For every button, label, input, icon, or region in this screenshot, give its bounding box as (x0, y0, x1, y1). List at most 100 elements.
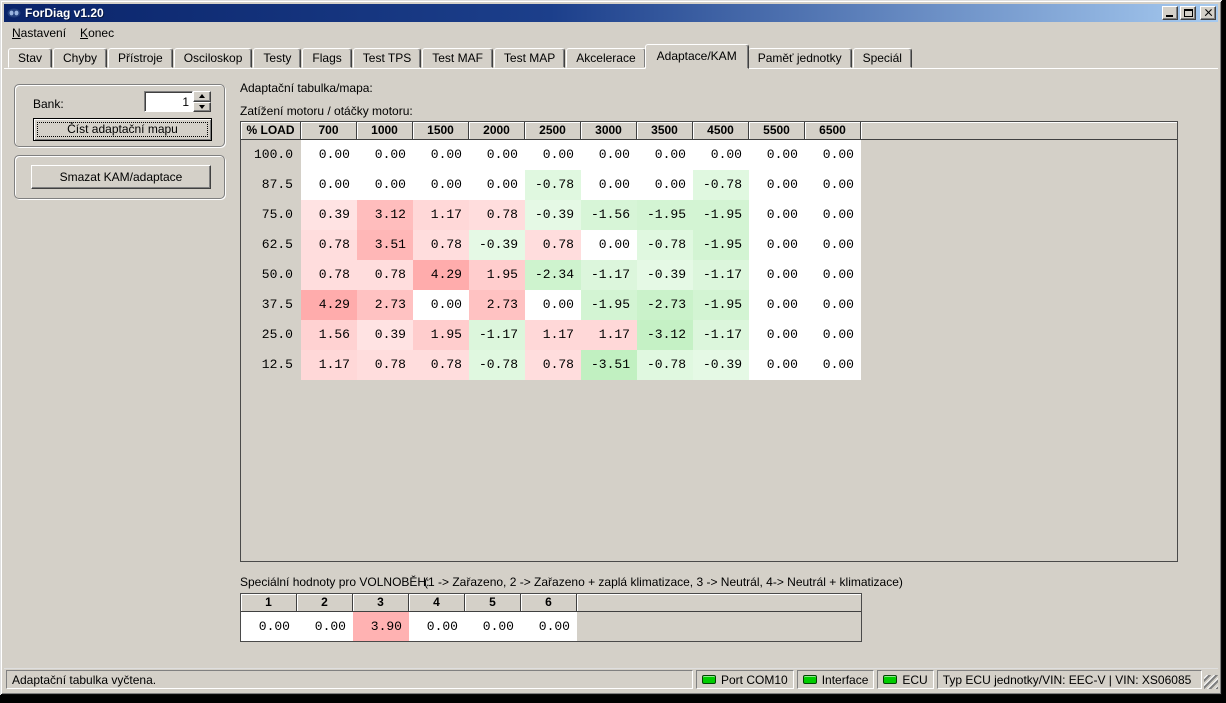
spinner-down-button[interactable] (193, 102, 211, 113)
adaptation-cell: -3.51 (581, 350, 637, 380)
table-row: 12.51.170.780.78-0.780.78-3.51-0.78-0.39… (241, 350, 1177, 380)
tab-stav[interactable]: Stav (8, 48, 52, 68)
adaptation-cell: 1.95 (469, 260, 525, 290)
maximize-icon (1184, 9, 1193, 17)
idle-values-label: Speciální hodnoty pro VOLNOBĚH: (240, 575, 429, 589)
adaptation-cell: 0.00 (749, 140, 805, 170)
title-bar[interactable]: ForDiag v1.20 (4, 4, 1218, 22)
axis-description-label: Zatížení motoru / otáčky motoru: (240, 104, 413, 118)
table-row: 100.00.000.000.000.000.000.000.000.000.0… (241, 140, 1177, 170)
load-row-header: 12.5 (241, 350, 301, 380)
adaptation-cell: -0.78 (469, 350, 525, 380)
maximize-button[interactable] (1180, 6, 1196, 20)
tab-adaptace-kam[interactable]: Adaptace/KAM (645, 44, 749, 69)
adaptation-cell: 0.00 (749, 290, 805, 320)
close-button[interactable] (1200, 6, 1216, 20)
bank-groupbox: Bank: Číst adaptační mapu (14, 84, 225, 147)
rpm-column-header: 3000 (581, 122, 637, 140)
rpm-column-header: 4500 (693, 122, 749, 140)
adaptation-cell: -1.17 (693, 260, 749, 290)
gear-column-header: 2 (297, 594, 353, 612)
clear-groupbox: Smazat KAM/adaptace (14, 155, 225, 199)
led-icon (883, 675, 897, 684)
tab-test-map[interactable]: Test MAP (494, 48, 565, 68)
adaptation-cell: 0.00 (805, 320, 861, 350)
gear-column-header: 5 (465, 594, 521, 612)
led-icon (803, 675, 817, 684)
menu-item-nastaveni[interactable]: Nastavení (5, 24, 73, 42)
menu-bar: Nastavení Konec (4, 23, 1218, 42)
idle-cell: 0.00 (521, 612, 577, 641)
minimize-button[interactable] (1162, 6, 1178, 20)
resize-grip-icon[interactable] (1204, 675, 1218, 689)
indicator-label: ECU (902, 673, 927, 687)
adaptation-cell: 0.78 (525, 350, 581, 380)
rpm-column-header: 3500 (637, 122, 693, 140)
table-row: 75.00.393.121.170.78-0.39-1.56-1.95-1.95… (241, 200, 1177, 230)
triangle-down-icon (199, 105, 205, 109)
status-indicators: Port COM10InterfaceECU (693, 670, 934, 689)
app-icon[interactable] (6, 6, 22, 20)
adaptation-cell: 0.00 (357, 140, 413, 170)
adaptation-cell: 0.39 (357, 320, 413, 350)
adaptation-cell: -1.95 (581, 290, 637, 320)
adaptation-cell: -0.78 (693, 170, 749, 200)
adaptation-cell: -0.39 (693, 350, 749, 380)
load-row-header: 75.0 (241, 200, 301, 230)
ecu-info-panel: Typ ECU jednotky/VIN: EEC-V | VIN: XS060… (937, 670, 1202, 689)
indicator-ecu: ECU (877, 670, 933, 689)
idle-table-header: 123456 (241, 594, 861, 612)
tab-test-tps[interactable]: Test TPS (353, 48, 421, 68)
indicator-interface: Interface (797, 670, 875, 689)
adaptation-cell: -0.78 (525, 170, 581, 200)
clear-kam-button[interactable]: Smazat KAM/adaptace (31, 165, 211, 189)
tab-speci-l[interactable]: Speciál (853, 48, 912, 68)
adaptation-table: % LOAD7001000150020002500300035004500550… (240, 121, 1178, 562)
tab-pam-jednotky[interactable]: Paměť jednotky (748, 48, 852, 68)
adaptation-cell: -0.39 (637, 260, 693, 290)
tab-chyby[interactable]: Chyby (53, 48, 107, 68)
status-message: Adaptační tabulka vyčtena. (6, 670, 693, 689)
window-title: ForDiag v1.20 (25, 6, 1160, 20)
adaptation-cell: 0.00 (525, 140, 581, 170)
spinner-up-button[interactable] (193, 91, 211, 102)
tab-testy[interactable]: Testy (253, 48, 301, 68)
bank-label: Bank: (33, 97, 64, 111)
adaptation-map-title: Adaptační tabulka/mapa: (240, 81, 373, 95)
rpm-column-header: 1500 (413, 122, 469, 140)
adaptation-cell: 1.95 (413, 320, 469, 350)
adaptation-cell: -0.39 (469, 230, 525, 260)
adaptation-cell: 0.00 (357, 170, 413, 200)
tab-test-maf[interactable]: Test MAF (422, 48, 493, 68)
rpm-column-header: 700 (301, 122, 357, 140)
tab-akcelerace[interactable]: Akcelerace (566, 48, 645, 68)
bank-input[interactable] (144, 91, 193, 112)
tab-flags[interactable]: Flags (302, 48, 351, 68)
adaptation-cell: 0.00 (805, 140, 861, 170)
adaptation-cell: 0.00 (301, 170, 357, 200)
adaptation-cell: 0.00 (749, 200, 805, 230)
adaptation-cell: 2.73 (357, 290, 413, 320)
adaptation-cell: 0.00 (413, 290, 469, 320)
read-adaptation-map-button[interactable]: Číst adaptační mapu (33, 118, 212, 141)
adaptation-cell: 0.78 (413, 350, 469, 380)
adaptation-cell: 0.78 (413, 230, 469, 260)
adaptation-cell: 0.00 (749, 170, 805, 200)
triangle-up-icon (199, 94, 205, 98)
adaptation-cell: 3.51 (357, 230, 413, 260)
load-row-header: 62.5 (241, 230, 301, 260)
adaptation-cell: 0.00 (749, 350, 805, 380)
adaptation-cell: -2.34 (525, 260, 581, 290)
adaptation-cell: -1.95 (693, 200, 749, 230)
tab-p-stroje[interactable]: Přístroje (108, 48, 173, 68)
tab-osciloskop[interactable]: Osciloskop (174, 48, 253, 68)
adaptation-table-header: % LOAD7001000150020002500300035004500550… (241, 122, 1177, 140)
idle-row-filler (577, 612, 861, 641)
idle-values-note: (1 -> Zařazeno, 2 -> Zařazeno + zaplá kl… (424, 575, 903, 589)
rpm-column-header: 5500 (749, 122, 805, 140)
idle-table-row: 0.000.003.900.000.000.00 (241, 612, 861, 641)
app-window: ForDiag v1.20 Nastavení Konec StavChybyP… (0, 0, 1222, 695)
rpm-column-header: 2000 (469, 122, 525, 140)
gear-column-header: 3 (353, 594, 409, 612)
menu-item-konec[interactable]: Konec (73, 24, 121, 42)
